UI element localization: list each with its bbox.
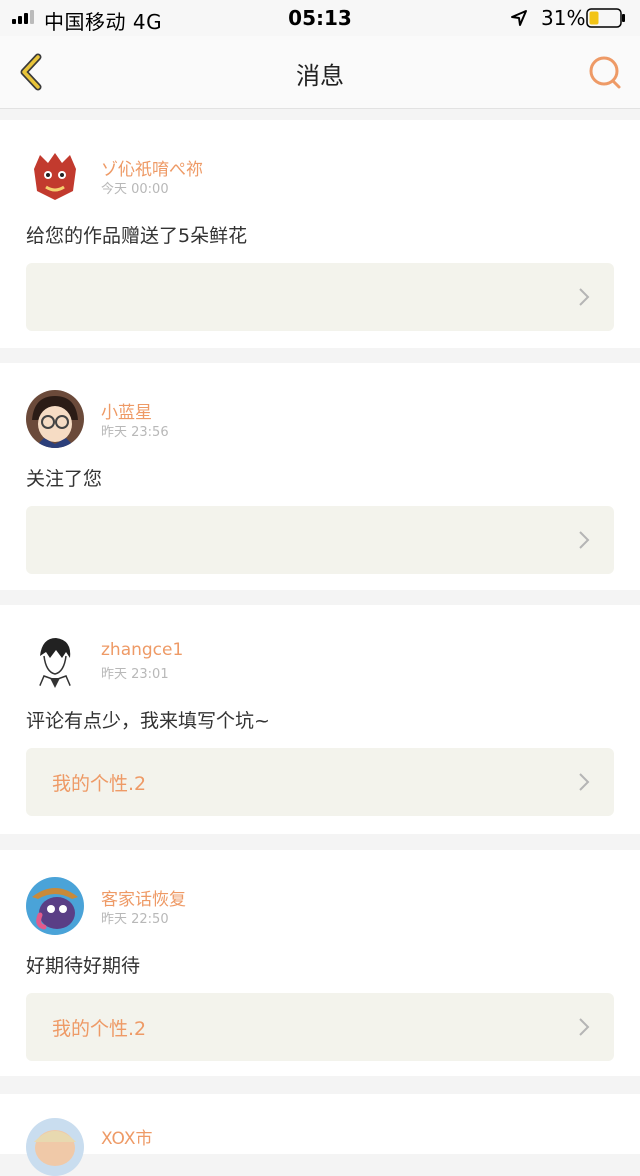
message-card: ゾ伈祇唷ぺ祢 今天 00:00 给您的作品赠送了5朵鲜花 [0, 120, 640, 348]
username[interactable]: 客家话恢复 [101, 885, 186, 910]
work-title: 我的个性.2 [52, 773, 147, 795]
chevron-right-icon [579, 1018, 590, 1036]
message-time: 昨天 23:56 [101, 425, 169, 440]
message-text: 好期待好期待 [26, 955, 141, 977]
work-link[interactable] [26, 263, 614, 331]
username[interactable]: 小蓝星 [101, 398, 152, 423]
avatar[interactable] [26, 877, 84, 935]
message-text: 给您的作品赠送了5朵鲜花 [26, 225, 248, 247]
message-card: 客家话恢复 昨天 22:50 好期待好期待 我的个性.2 [0, 850, 640, 1076]
message-card: 小蓝星 昨天 23:56 关注了您 [0, 363, 640, 590]
search-icon[interactable] [586, 54, 626, 94]
chevron-right-icon [579, 288, 590, 306]
page-title: 消息 [296, 62, 344, 90]
message-time: 昨天 23:01 [101, 667, 169, 682]
message-text: 关注了您 [26, 468, 103, 490]
message-time: 昨天 22:50 [101, 912, 169, 927]
username[interactable]: XOX市 [101, 1124, 153, 1149]
location-arrow-icon [511, 10, 527, 26]
work-link[interactable] [26, 506, 614, 574]
avatar[interactable] [26, 390, 84, 448]
work-title: 我的个性.2 [52, 1018, 147, 1040]
avatar[interactable] [26, 632, 84, 690]
chevron-right-icon [579, 531, 590, 549]
message-card: XOX市 [0, 1094, 640, 1176]
avatar[interactable] [26, 147, 84, 205]
status-bar: 中国移动 4G 05:13 31% [0, 0, 640, 36]
message-time: 今天 00:00 [101, 182, 169, 197]
work-link[interactable]: 我的个性.2 [26, 748, 614, 816]
message-card: zhangce1 昨天 23:01 评论有点少，我来填写个坑~ 我的个性.2 [0, 605, 640, 834]
work-link[interactable]: 我的个性.2 [26, 993, 614, 1061]
nav-bar: 消息 [0, 36, 640, 109]
username[interactable]: ゾ伈祇唷ぺ祢 [101, 155, 203, 180]
message-text: 评论有点少，我来填写个坑~ [26, 710, 270, 732]
avatar[interactable] [26, 1118, 84, 1176]
chevron-right-icon [579, 773, 590, 791]
username[interactable]: zhangce1 [101, 640, 183, 660]
battery-icon [586, 8, 625, 28]
battery-percent: 31% [541, 6, 586, 30]
